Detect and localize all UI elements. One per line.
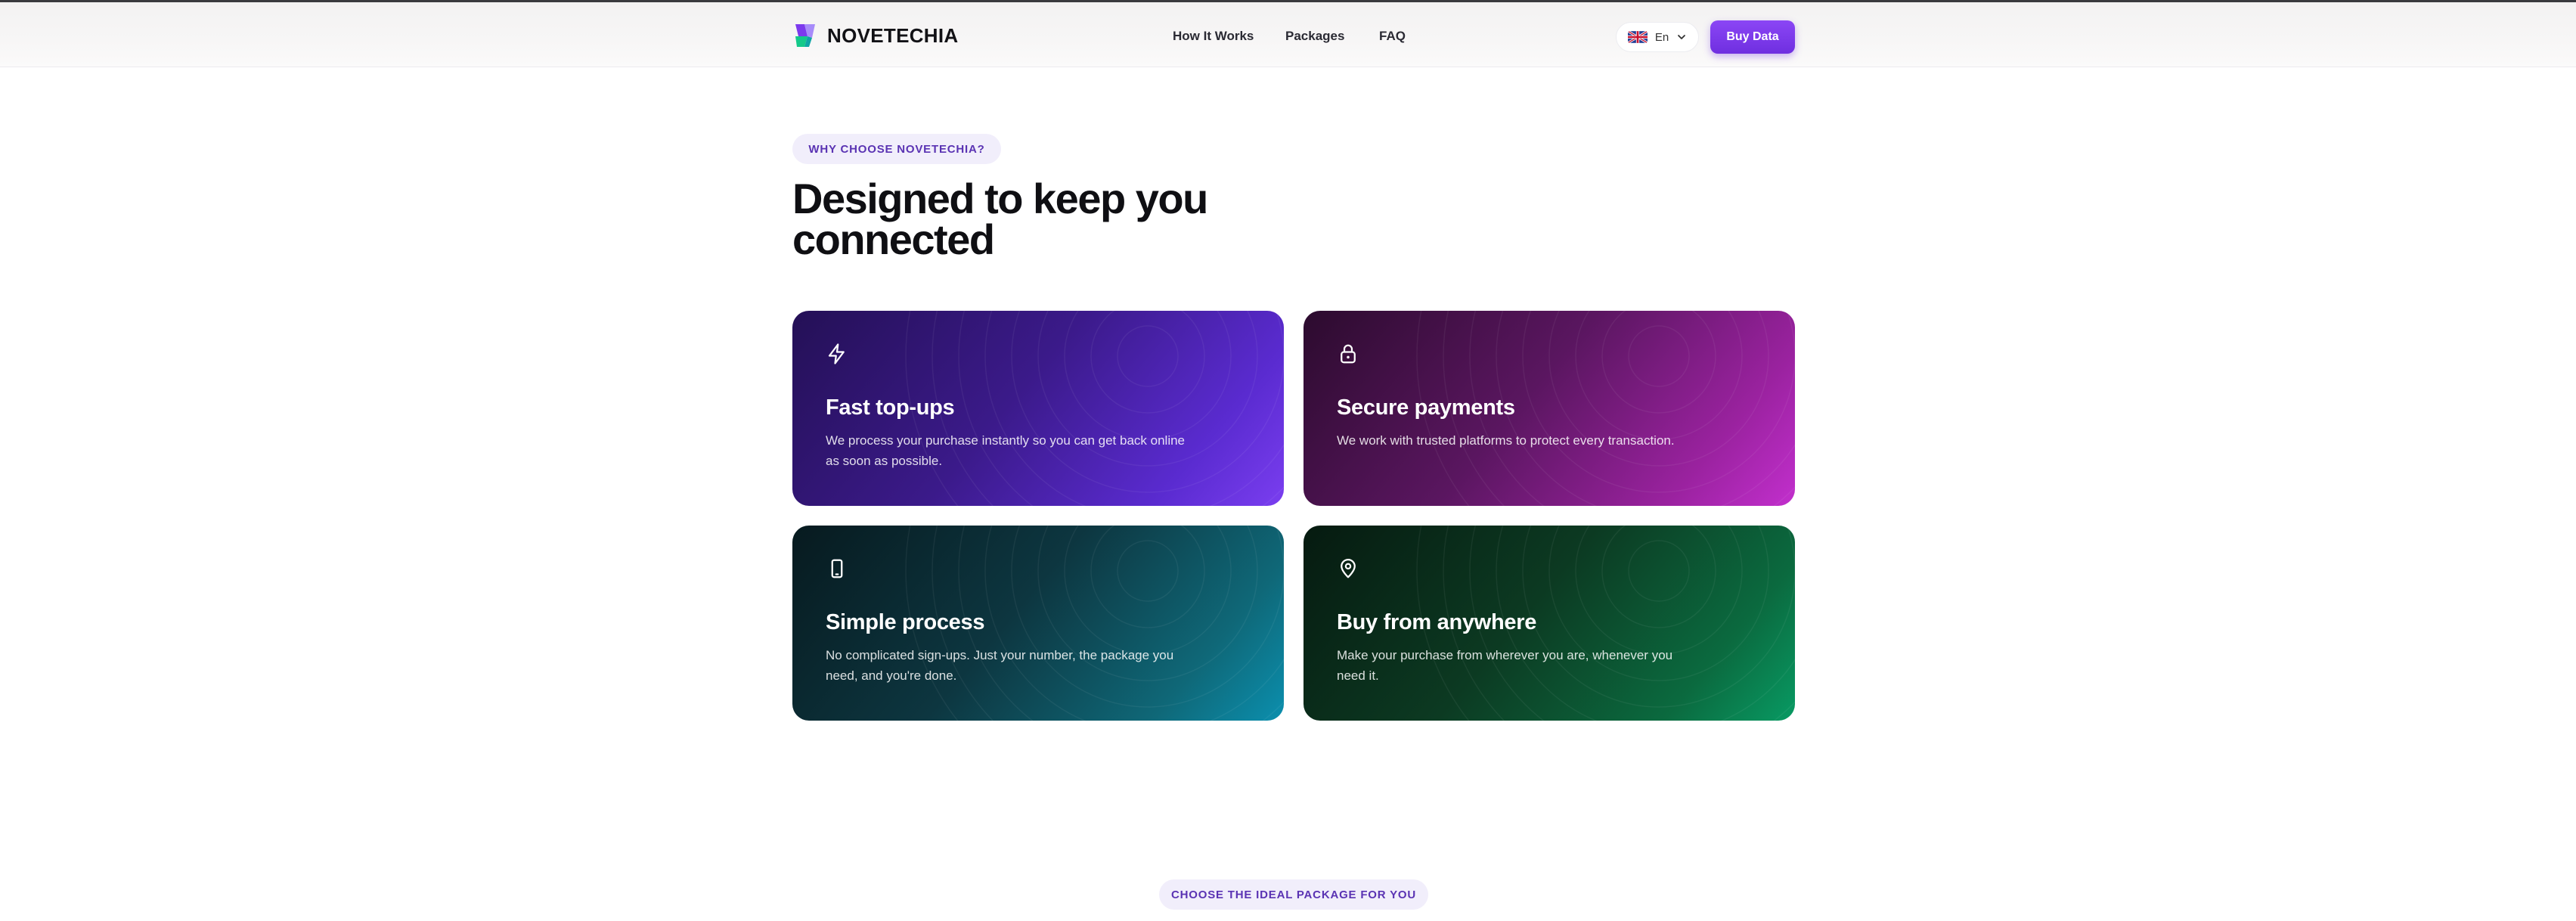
feature-card-buy-from-anywhere: Buy from anywhere Make your purchase fro… — [1303, 526, 1795, 721]
feature-description: We work with trusted platforms to protec… — [1337, 433, 1675, 448]
buy-data-button[interactable]: Buy Data — [1710, 20, 1795, 54]
packages-eyebrow: CHOOSE THE IDEAL PACKAGE FOR YOU — [1159, 879, 1428, 910]
feature-title: Secure payments — [1337, 395, 1515, 420]
feature-description: Make your purchase from wherever you are… — [1337, 648, 1673, 683]
nav-packages[interactable]: Packages — [1285, 29, 1344, 44]
feature-title: Buy from anywhere — [1337, 610, 1537, 634]
nav-how-it-works[interactable]: How It Works — [1173, 29, 1254, 44]
nav-faq[interactable]: FAQ — [1379, 29, 1406, 44]
features-eyebrow: WHY CHOOSE NOVETECHIA? — [792, 134, 1001, 164]
smartphone-icon — [831, 559, 843, 578]
site-header: NOVETECHIA How It Works Packages FAQ En … — [0, 2, 2576, 67]
features-heading: Designed to keep you connected — [792, 175, 1208, 263]
lock-icon — [1341, 344, 1356, 364]
feature-card-fast-topups: Fast top-ups We process your purchase in… — [792, 311, 1284, 506]
feature-description: No complicated sign-ups. Just your numbe… — [826, 648, 1174, 683]
lightning-icon — [828, 343, 845, 364]
feature-description: We process your purchase instantly so yo… — [826, 433, 1186, 468]
language-label: En — [1654, 30, 1669, 44]
feature-title: Fast top-ups — [826, 395, 955, 420]
uk-flag-icon — [1627, 31, 1648, 43]
feature-card-secure-payments: Secure payments We work with trusted pla… — [1303, 311, 1795, 506]
feature-title: Simple process — [826, 610, 985, 634]
map-pin-icon — [1341, 559, 1356, 578]
language-selector[interactable]: En — [1616, 22, 1699, 52]
brand-logo-link[interactable]: NOVETECHIA — [792, 20, 958, 51]
feature-card-simple-process: Simple process No complicated sign-ups. … — [792, 526, 1284, 721]
brand-logo-icon — [792, 21, 820, 50]
chevron-down-icon — [1678, 35, 1686, 39]
brand-name: NOVETECHIA — [827, 23, 959, 47]
